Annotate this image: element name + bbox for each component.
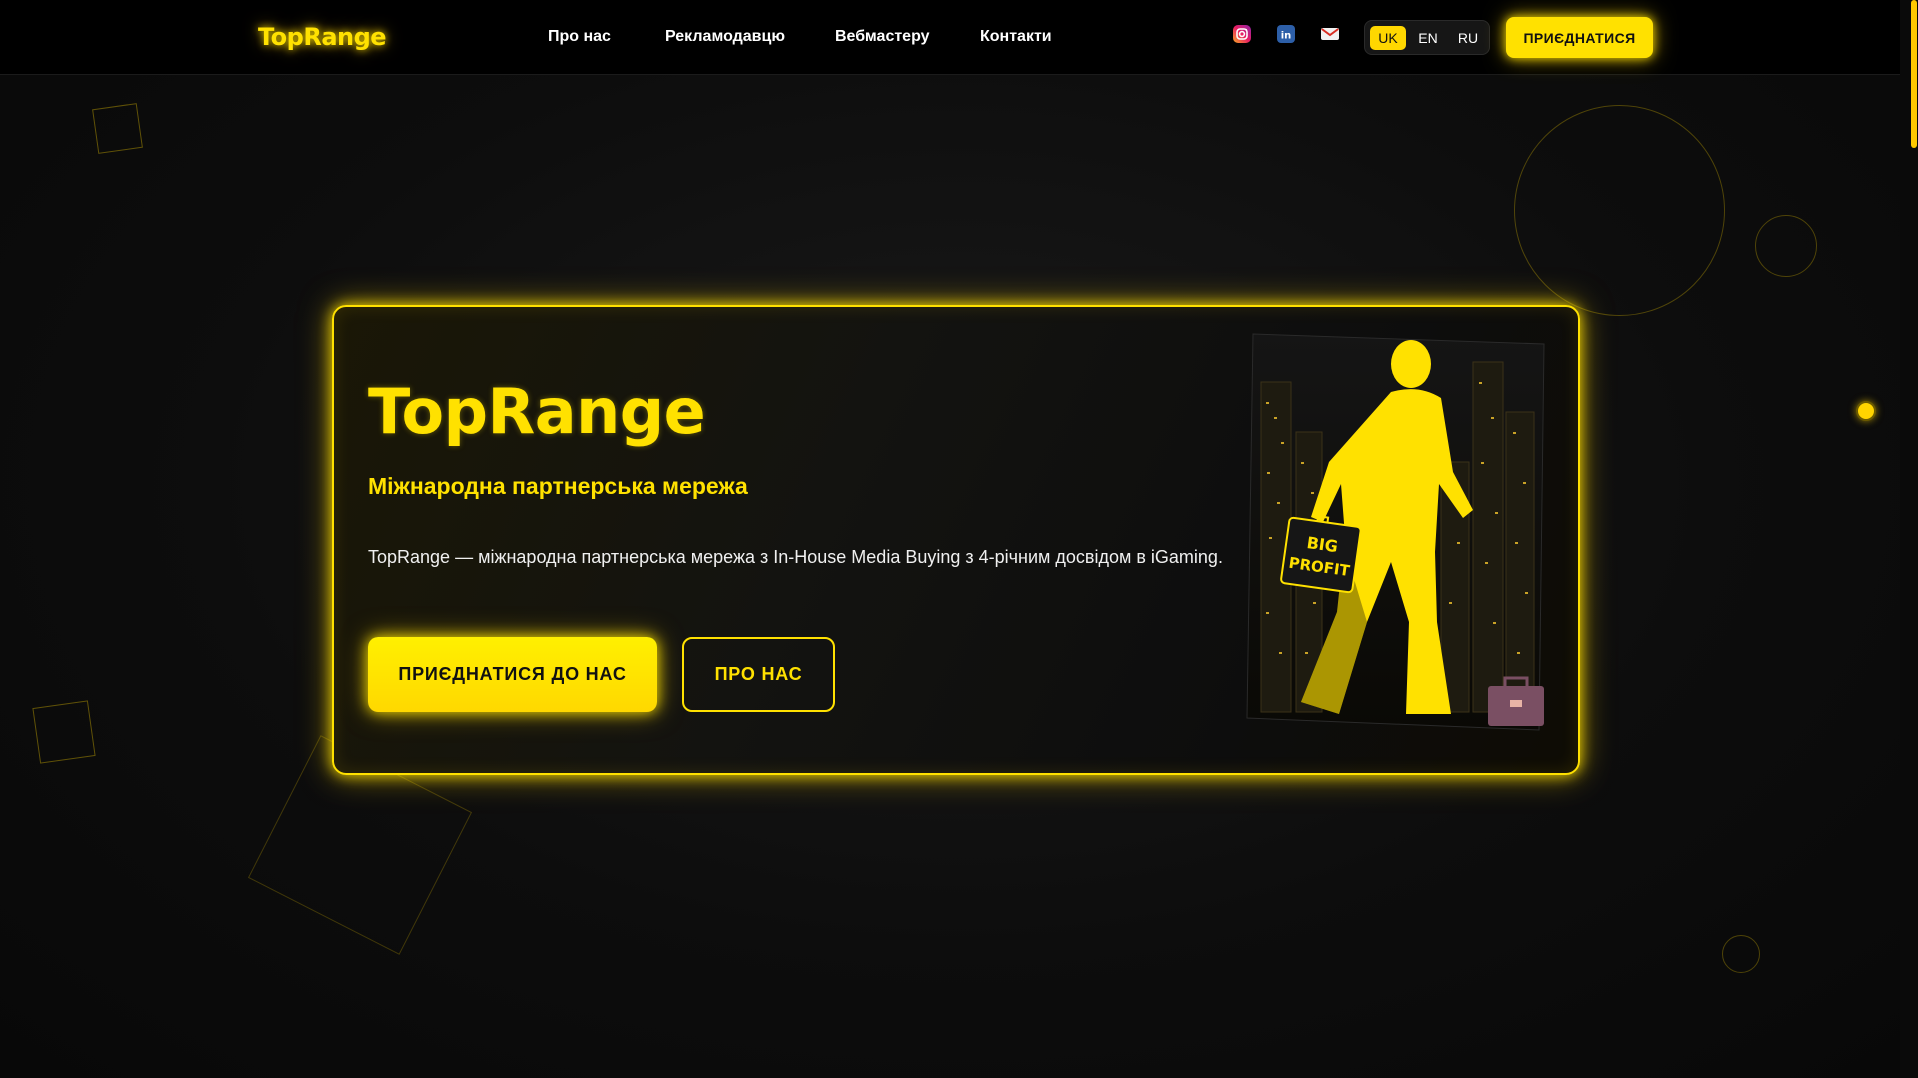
hero-title: TopRange: [368, 375, 706, 448]
big-profit-illustration: BIG PROFIT: [1246, 333, 1545, 731]
nav-item-about[interactable]: Про нас: [548, 28, 611, 46]
decor-circle: [1722, 935, 1760, 973]
svg-text:in: in: [1281, 31, 1292, 42]
instagram-icon[interactable]: [1232, 24, 1252, 44]
hero-card: TopRange Міжнародна партнерська мережа T…: [332, 305, 1580, 775]
linkedin-icon[interactable]: in: [1276, 24, 1296, 44]
lang-uk[interactable]: UK: [1370, 26, 1406, 50]
nav-item-advertiser[interactable]: Рекламодавцю: [665, 28, 785, 46]
nav-item-webmaster[interactable]: Вебмастеру: [835, 28, 930, 46]
decor-circle: [1755, 215, 1817, 277]
about-us-button[interactable]: ПРО НАС: [682, 637, 835, 712]
mail-icon[interactable]: [1320, 24, 1340, 44]
decor-circle: [1514, 105, 1725, 316]
scrollbar-track[interactable]: [1900, 0, 1918, 1078]
hero-description: TopRange — міжнародна партнерська мережа…: [368, 547, 1223, 567]
scrollbar-thumb[interactable]: [1911, 0, 1917, 148]
lang-en[interactable]: EN: [1410, 26, 1446, 50]
decor-dot: [1856, 401, 1876, 421]
logo[interactable]: TopRange: [258, 23, 387, 51]
decor-square: [32, 700, 96, 764]
nav-item-contacts[interactable]: Контакти: [980, 28, 1052, 46]
join-button[interactable]: ПРИЄДНАТИСЯ: [1506, 17, 1653, 58]
decor-square: [92, 103, 143, 154]
site-header: TopRange Про нас Рекламодавцю Вебмастеру…: [0, 0, 1900, 75]
lang-ru[interactable]: RU: [1450, 26, 1486, 50]
hero-subtitle: Міжнародна партнерська мережа: [368, 473, 748, 499]
language-switcher: UK EN RU: [1364, 20, 1490, 55]
join-us-button[interactable]: ПРИЄДНАТИСЯ ДО НАС: [368, 637, 657, 712]
